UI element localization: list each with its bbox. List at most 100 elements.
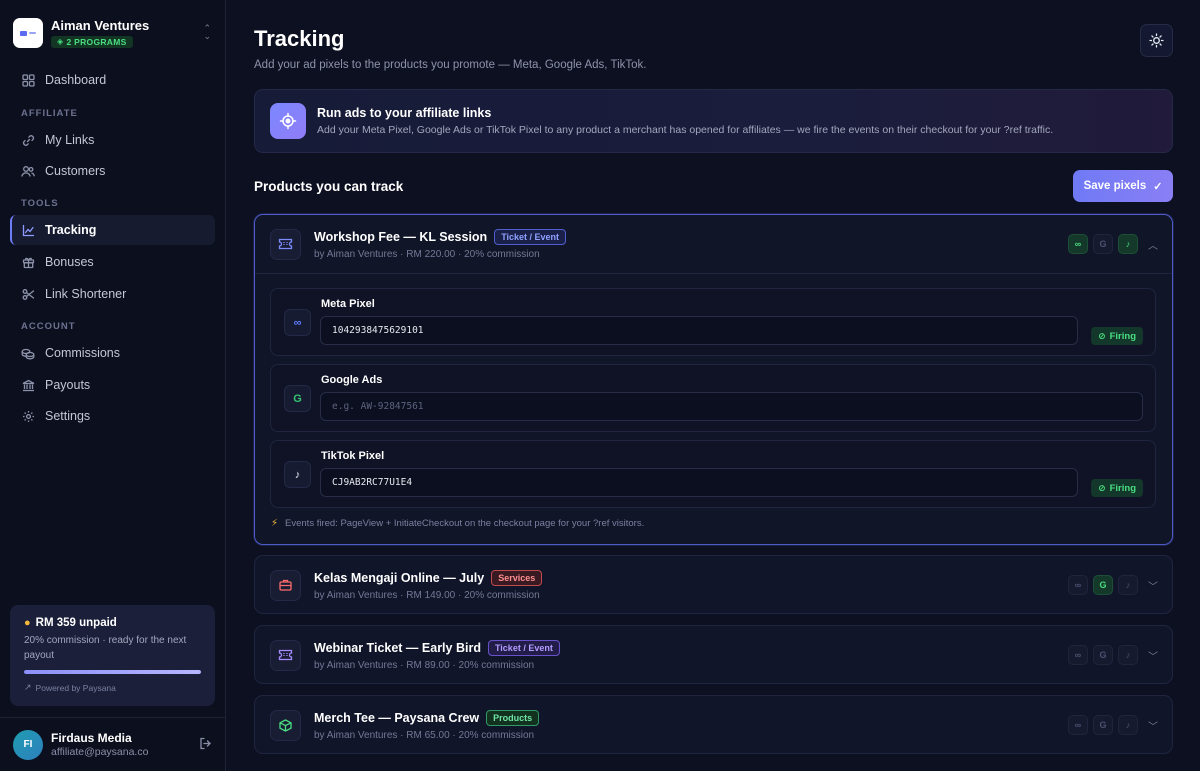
product-header[interactable]: Merch Tee — Paysana Crew Products by Aim… [255, 696, 1172, 754]
gear-icon [21, 409, 35, 423]
org-logo [13, 18, 43, 48]
users-icon [21, 164, 35, 178]
link-icon [21, 133, 35, 147]
sidebar-item-label: Bonuses [45, 255, 94, 269]
page-title: Tracking [254, 26, 345, 51]
check-icon: ✓ [1153, 180, 1163, 193]
product-info: Kelas Mengaji Online — July Services by … [314, 569, 543, 601]
tiktok-pixel-input[interactable] [320, 468, 1078, 497]
external-link-icon: ↗ [24, 682, 32, 692]
pixel-status-group: ∞ G ♪ ﹀ [1063, 575, 1158, 595]
product-name: Kelas Mengaji Online — July Services [314, 569, 543, 586]
sidebar-item-label: Settings [45, 409, 91, 423]
save-pixels-button[interactable]: Save pixels ✓ [1073, 170, 1173, 202]
unpaid-summary-card: ● RM 359 unpaid 20% commission · ready f… [10, 605, 215, 706]
check-circle-icon: ⊘ [1098, 482, 1106, 493]
meta-firing-label: Firing [1109, 330, 1136, 342]
product-card: Merch Tee — Paysana Crew Products by Aim… [254, 695, 1173, 754]
scissors-icon [21, 287, 35, 301]
product-header[interactable]: Workshop Fee — KL Session Ticket / Event… [255, 215, 1172, 273]
grid-icon [21, 73, 35, 87]
meta-pixel-input[interactable] [320, 316, 1078, 345]
org-name: Aiman Ventures [51, 18, 150, 34]
product-meta: by Aiman Ventures · RM 65.00 · 20% commi… [314, 729, 535, 741]
product-name: Merch Tee — Paysana Crew Products [314, 709, 540, 726]
banner-title: Run ads to your affiliate links [317, 106, 492, 120]
sidebar-item-dashboard[interactable]: Dashboard [10, 65, 215, 95]
sidebar-item-settings[interactable]: Settings [10, 401, 215, 431]
meta-pixel-status-icon: ∞ [1068, 645, 1088, 665]
meta-pixel-card: ∞ Meta Pixel ⊘ Firing [270, 288, 1156, 356]
google-pixel-status-icon: G [1093, 234, 1113, 254]
programs-badge-label: 2 PROGRAMS [66, 36, 127, 47]
app-root: Aiman Ventures ◈ 2 PROGRAMS ⌃ ⌄ Dashboard… [0, 0, 1200, 771]
avatar[interactable]: FI [13, 729, 43, 760]
product-meta: by Aiman Ventures · RM 89.00 · 20% commi… [314, 659, 535, 671]
sun-icon [1149, 33, 1164, 48]
chevron-down-icon[interactable]: ﹀ [1148, 718, 1158, 733]
bank-icon [21, 378, 35, 392]
sidebar-item-label: Tracking [45, 223, 97, 237]
google-ads-input[interactable] [320, 392, 1143, 421]
nav-section-tools: TOOLS [21, 198, 59, 209]
unpaid-description: 20% commission · ready for the next payo… [24, 635, 187, 661]
product-meta: by Aiman Ventures · RM 220.00 · 20% comm… [314, 248, 540, 260]
sidebar-item-label: Customers [45, 164, 106, 178]
product-card: Webinar Ticket — Early Bird Ticket / Eve… [254, 625, 1173, 684]
ticket-icon [270, 228, 301, 260]
org-info: Aiman Ventures ◈ 2 PROGRAMS [51, 18, 149, 48]
box-icon [270, 709, 301, 741]
sidebar-item-payouts[interactable]: Payouts [10, 370, 215, 400]
sidebar-item-commissions[interactable]: Commissions [10, 338, 215, 368]
chevron-updown-icon[interactable]: ⌃ ⌄ [203, 24, 211, 41]
banner-description: Add your Meta Pixel, Google Ads or TikTo… [317, 124, 1054, 136]
tiktok-pixel-status-icon: ♪ [1118, 715, 1138, 735]
org-switcher[interactable]: Aiman Ventures ◈ 2 PROGRAMS ⌃ ⌄ [13, 17, 213, 49]
sidebar-item-label: Commissions [45, 346, 121, 360]
sidebar-item-label: Payouts [45, 378, 91, 392]
chevron-up-icon[interactable]: ︿ [1148, 237, 1158, 252]
product-meta: by Aiman Ventures · RM 149.00 · 20% comm… [314, 589, 540, 601]
theme-toggle-button[interactable] [1140, 24, 1173, 57]
save-pixels-label: Save pixels [1083, 180, 1147, 192]
tiktok-pixel-label: TikTok Pixel [321, 450, 385, 462]
tiktok-icon: ♪ [284, 461, 311, 488]
unpaid-title: ● RM 359 unpaid [24, 617, 201, 629]
ticket-icon [270, 639, 301, 671]
nav-section-affiliate: AFFILIATE [21, 108, 78, 119]
user-name: Firdaus Media [51, 731, 132, 745]
sidebar-item-link-shortener[interactable]: Link Shortener [10, 279, 215, 309]
meta-icon: ∞ [284, 309, 311, 336]
events-note-text: Events fired: PageView + InitiateCheckou… [285, 518, 645, 529]
google-pixel-status-icon: G [1093, 645, 1113, 665]
chevron-down-icon[interactable]: ﹀ [1148, 578, 1158, 593]
product-header[interactable]: Kelas Mengaji Online — July Services by … [255, 556, 1172, 614]
programs-badge: ◈ 2 PROGRAMS [51, 35, 133, 48]
check-circle-icon: ⊘ [1098, 330, 1106, 341]
product-card: Workshop Fee — KL Session Ticket / Event… [254, 214, 1173, 545]
pixel-status-group: ∞ G ♪ ﹀ [1063, 645, 1158, 665]
sidebar-item-tracking[interactable]: Tracking [10, 215, 215, 245]
sidebar-item-label: My Links [45, 133, 95, 147]
powered-by[interactable]: ↗ Powered by Paysana [24, 682, 201, 693]
product-name-text: Kelas Mengaji Online — July [314, 570, 485, 585]
product-info: Merch Tee — Paysana Crew Products by Aim… [314, 709, 540, 741]
chevron-down-icon[interactable]: ﹀ [1148, 648, 1158, 663]
sidebar: Aiman Ventures ◈ 2 PROGRAMS ⌃ ⌄ Dashboard… [0, 0, 226, 771]
tiktok-firing-label: Firing [1109, 482, 1136, 494]
product-name-text: Merch Tee — Paysana Crew [314, 710, 480, 725]
tiktok-pixel-status-icon: ♪ [1118, 645, 1138, 665]
category-badge: Products [486, 709, 540, 726]
sidebar-item-customers[interactable]: Customers [10, 156, 215, 186]
sidebar-item-my-links[interactable]: My Links [10, 125, 215, 155]
product-header[interactable]: Webinar Ticket — Early Bird Ticket / Eve… [255, 626, 1172, 684]
events-note: ⚡ Events fired: PageView + InitiateCheck… [271, 518, 644, 529]
coins-icon [21, 346, 35, 360]
gift-icon [21, 255, 35, 269]
chart-line-icon [21, 223, 35, 237]
unpaid-amount: RM 359 unpaid [35, 617, 117, 629]
logout-icon[interactable] [199, 737, 212, 753]
banner-text: Run ads to your affiliate links Add your… [317, 106, 1053, 136]
sidebar-item-bonuses[interactable]: Bonuses [10, 247, 215, 277]
main-content: Tracking Add your ad pixels to the produ… [226, 0, 1200, 771]
